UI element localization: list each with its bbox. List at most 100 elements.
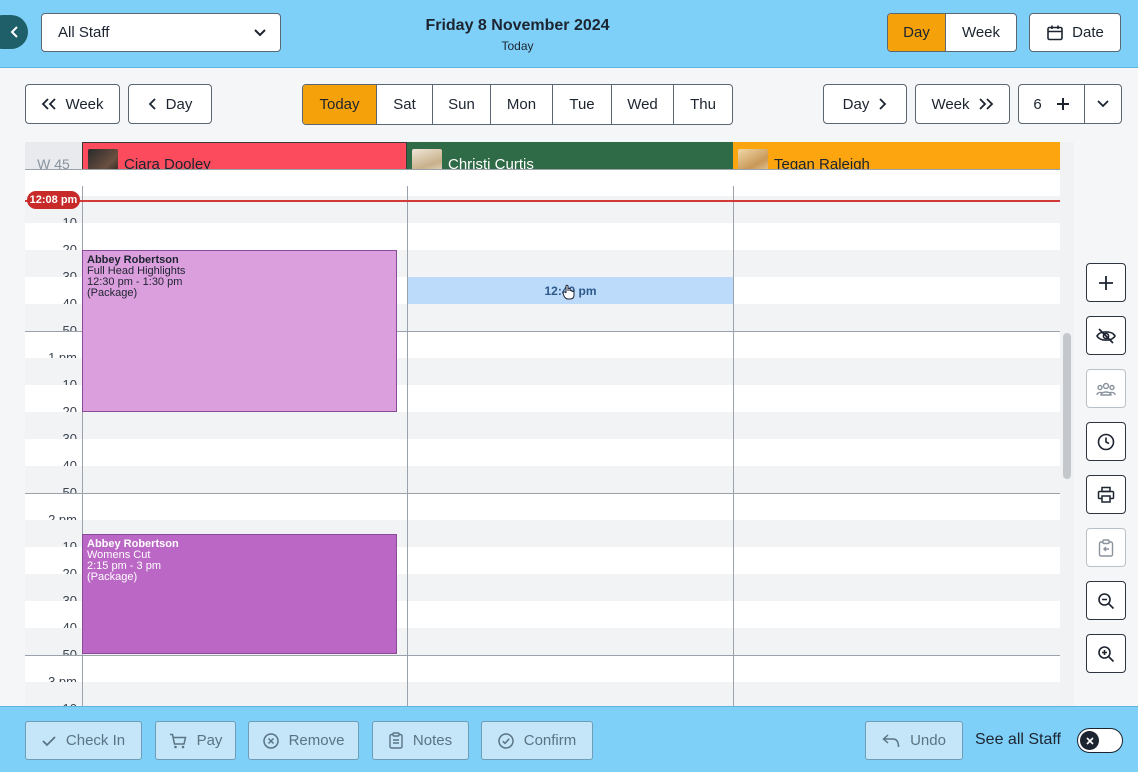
time-row[interactable] (25, 169, 1060, 196)
day-tue[interactable]: Tue (553, 85, 612, 124)
paste-button[interactable] (1086, 528, 1126, 567)
day-wed[interactable]: Wed (612, 85, 674, 124)
notes-label: Notes (412, 732, 453, 749)
date-header: Friday 8 November 2024 Today (380, 17, 655, 53)
column-divider (733, 186, 734, 706)
staff-select[interactable]: All Staff (41, 13, 281, 52)
remove-label: Remove (288, 732, 345, 749)
check-circle-icon (497, 732, 514, 749)
prev-day-button[interactable]: Day (128, 84, 212, 124)
toggle-knob (1080, 731, 1099, 750)
bottom-bar: Check In Pay Remove Notes Confirm Undo S… (0, 706, 1138, 772)
notes-button[interactable]: Notes (372, 721, 469, 760)
appointment-card[interactable]: Abbey Robertson Womens Cut 2:15 pm - 3 pm(… (82, 533, 397, 654)
clipboard-icon (389, 732, 403, 749)
next-week-button[interactable]: Week (915, 84, 1010, 124)
hide-button[interactable] (1086, 316, 1126, 355)
cart-icon (169, 733, 187, 749)
chevron-left-icon (10, 26, 20, 38)
pay-button[interactable]: Pay (155, 721, 236, 760)
next-day-button[interactable]: Day (823, 84, 907, 124)
date-button[interactable]: Date (1029, 13, 1121, 52)
column-divider (407, 186, 408, 706)
view-day-button[interactable]: Day (888, 14, 946, 51)
time-row[interactable] (25, 439, 1060, 466)
appointment-note: (Package) (87, 570, 138, 583)
top-bar: All Staff Friday 8 November 2024 Today D… (0, 0, 1138, 68)
time-button[interactable] (1086, 422, 1126, 461)
prev-day-label: Day (165, 95, 193, 113)
time-row[interactable] (25, 655, 1060, 682)
staff-select-value: All Staff (58, 24, 110, 41)
undo-icon (882, 733, 900, 748)
undo-label: Undo (910, 732, 946, 749)
view-toggle: Day Week (887, 13, 1017, 52)
time-row[interactable] (25, 223, 1060, 250)
chevron-right-icon (877, 98, 887, 110)
day-sun[interactable]: Sun (433, 85, 491, 124)
appointment-time: 2:15 pm - 3 pm (87, 559, 161, 572)
current-time-line (25, 200, 1060, 202)
time-row[interactable] (25, 466, 1060, 493)
x-circle-icon (262, 732, 279, 749)
undo-button[interactable]: Undo (865, 721, 963, 760)
time-grid: 12 pm10203040501 pm10203040502 pm1020304… (25, 169, 1060, 706)
zoom-out-button[interactable] (1086, 581, 1126, 620)
view-week-button[interactable]: Week (946, 14, 1016, 51)
zoom-in-icon (1097, 645, 1115, 663)
check-icon (42, 735, 56, 747)
current-time-badge: 12:08 pm (27, 191, 80, 209)
columns-control: 6 (1018, 84, 1122, 124)
back-button[interactable] (0, 15, 28, 49)
columns-count: 6 (1033, 95, 1042, 113)
day-today[interactable]: Today (303, 85, 377, 124)
clipboard-icon (1098, 538, 1114, 557)
check-in-label: Check In (65, 732, 126, 749)
time-row[interactable] (25, 682, 1060, 706)
date-button-label: Date (1072, 24, 1104, 41)
appointment-client: Abbey Robertson (87, 537, 179, 550)
day-mon[interactable]: Mon (491, 85, 553, 124)
calendar-grid: W 45 Ciara Dooley Christi Curtis Tegan R… (25, 142, 1060, 706)
group-button[interactable] (1086, 369, 1126, 408)
page-subtitle: Today (501, 39, 534, 53)
printer-icon (1097, 486, 1115, 504)
scrollbar[interactable] (1060, 142, 1074, 706)
chevrons-left-icon (41, 98, 57, 110)
remove-button[interactable]: Remove (248, 721, 359, 760)
hand-cursor-icon (562, 284, 576, 300)
time-row[interactable] (25, 412, 1060, 439)
prev-week-button[interactable]: Week (25, 84, 120, 124)
zoom-out-icon (1097, 592, 1115, 610)
chevrons-right-icon (978, 98, 994, 110)
page-title: Friday 8 November 2024 (425, 17, 610, 34)
plus-icon (1056, 97, 1070, 111)
scrollbar-thumb[interactable] (1063, 333, 1071, 479)
eye-off-icon (1096, 327, 1116, 344)
check-in-button[interactable]: Check In (25, 721, 142, 760)
clock-icon (1097, 433, 1115, 451)
columns-dropdown-button[interactable] (1085, 85, 1121, 123)
next-day-label: Day (842, 95, 870, 113)
appointment-card[interactable]: Abbey Robertson Full Head Highlights 12:30… (82, 250, 397, 412)
appointment-service: Womens Cut (87, 548, 151, 561)
see-all-staff-label: See all Staff (975, 731, 1061, 748)
day-strip: Today Sat Sun Mon Tue Wed Thu (302, 84, 733, 125)
zoom-in-button[interactable] (1086, 634, 1126, 673)
x-icon (1085, 736, 1094, 745)
chevron-down-icon (254, 28, 266, 37)
see-all-staff-toggle[interactable] (1077, 728, 1123, 753)
chevron-down-icon (1097, 100, 1109, 108)
day-thu[interactable]: Thu (674, 85, 732, 124)
next-week-label: Week (931, 95, 970, 113)
confirm-button[interactable]: Confirm (481, 721, 593, 760)
add-column-button[interactable]: 6 (1019, 85, 1085, 123)
time-row[interactable] (25, 493, 1060, 520)
prev-week-label: Week (65, 95, 104, 113)
chevron-left-icon (148, 98, 158, 110)
pay-label: Pay (196, 732, 223, 749)
day-sat[interactable]: Sat (377, 85, 433, 124)
plus-icon (1098, 275, 1114, 291)
add-button[interactable] (1086, 263, 1126, 302)
print-button[interactable] (1086, 475, 1126, 514)
